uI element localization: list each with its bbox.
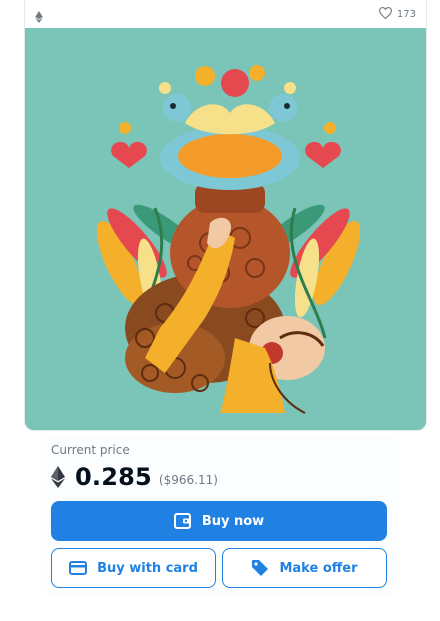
credit-card-icon: [69, 561, 88, 575]
favorite-count: 173: [396, 9, 416, 20]
nft-artwork-image[interactable]: [25, 28, 426, 430]
tag-icon: [251, 559, 269, 577]
ethereum-icon: [51, 466, 65, 488]
nft-card: 173: [24, 0, 427, 431]
card-header: 173: [25, 0, 426, 28]
buy-now-label: Buy now: [201, 513, 265, 529]
price-usd-value: ($966.11): [158, 473, 218, 487]
favorite-button[interactable]: 173: [378, 7, 416, 22]
buy-with-card-button[interactable]: Buy with card: [51, 548, 216, 588]
price-row: 0.285 ($966.11): [51, 461, 218, 493]
ethereum-chain-icon: [35, 8, 43, 27]
make-offer-button[interactable]: Make offer: [222, 548, 387, 588]
make-offer-label: Make offer: [279, 560, 358, 576]
price-panel: Current price 0.285 ($966.11) Buy now Bu…: [41, 435, 399, 595]
buy-now-button[interactable]: Buy now: [51, 501, 387, 541]
price-eth-value: 0.285: [75, 463, 152, 491]
wallet-icon: [173, 513, 192, 529]
buy-with-card-label: Buy with card: [97, 560, 198, 576]
heart-icon: [378, 7, 392, 22]
price-label: Current price: [51, 443, 130, 457]
